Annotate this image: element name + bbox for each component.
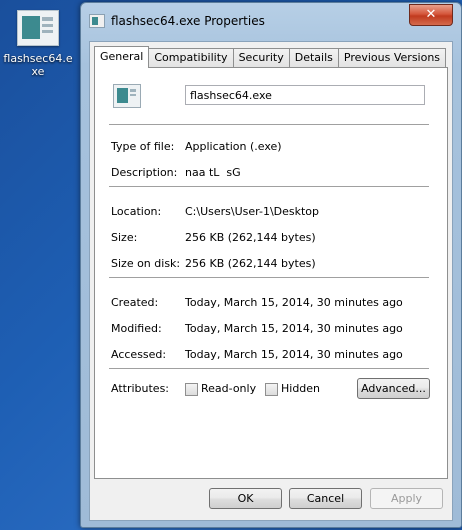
file-name-input[interactable] [185,85,425,105]
window-app-icon [89,14,105,28]
properties-window: flashsec64.exe Properties ✕ General Comp… [80,2,462,528]
description-label: Description: [111,166,178,179]
created-value: Today, March 15, 2014, 30 minutes ago [185,296,403,309]
size-on-disk-value: 256 KB (262,144 bytes) [185,257,316,270]
cancel-button[interactable]: Cancel [289,488,362,509]
tab-general[interactable]: General [94,46,150,68]
separator [109,368,429,369]
tab-security[interactable]: Security [232,48,290,67]
modified-value: Today, March 15, 2014, 30 minutes ago [185,322,403,335]
created-label: Created: [111,296,159,309]
accessed-value: Today, March 15, 2014, 30 minutes ago [185,348,403,361]
accessed-label: Accessed: [111,348,167,361]
separator [109,124,429,125]
location-value: C:\Users\User-1\Desktop [185,205,320,218]
readonly-checkbox[interactable] [185,383,198,396]
file-type-icon [113,84,141,108]
general-panel: Type of file: Application (.exe) Descrip… [94,67,448,479]
window-title: flashsec64.exe Properties [111,14,265,28]
desktop-icon-label: flashsec64.exe [3,52,73,78]
close-button[interactable]: ✕ [409,4,453,26]
tab-previous-versions[interactable]: Previous Versions [337,48,447,67]
readonly-label[interactable]: Read-only [201,382,256,395]
close-icon: ✕ [425,7,437,22]
dialog-client: General Compatibility Security Details P… [89,41,453,521]
description-value: naa tL sG [185,166,241,179]
type-of-file-label: Type of file: [111,140,175,153]
attributes-label: Attributes: [111,382,170,395]
separator [109,186,429,187]
hidden-label[interactable]: Hidden [281,382,320,395]
size-value: 256 KB (262,144 bytes) [185,231,316,244]
tab-strip: General Compatibility Security Details P… [94,46,447,68]
separator [109,277,429,278]
hidden-checkbox[interactable] [265,383,278,396]
advanced-button[interactable]: Advanced... [357,378,430,399]
desktop-file-icon[interactable]: flashsec64.exe [2,6,74,78]
size-label: Size: [111,231,138,244]
tab-compatibility[interactable]: Compatibility [148,48,234,67]
size-on-disk-label: Size on disk: [111,257,181,270]
title-bar[interactable]: flashsec64.exe Properties ✕ [81,3,461,37]
apply-button[interactable]: Apply [370,488,443,509]
location-label: Location: [111,205,162,218]
type-of-file-value: Application (.exe) [185,140,282,153]
exe-file-icon [17,10,59,46]
tab-details[interactable]: Details [288,48,339,67]
ok-button[interactable]: OK [209,488,282,509]
modified-label: Modified: [111,322,162,335]
